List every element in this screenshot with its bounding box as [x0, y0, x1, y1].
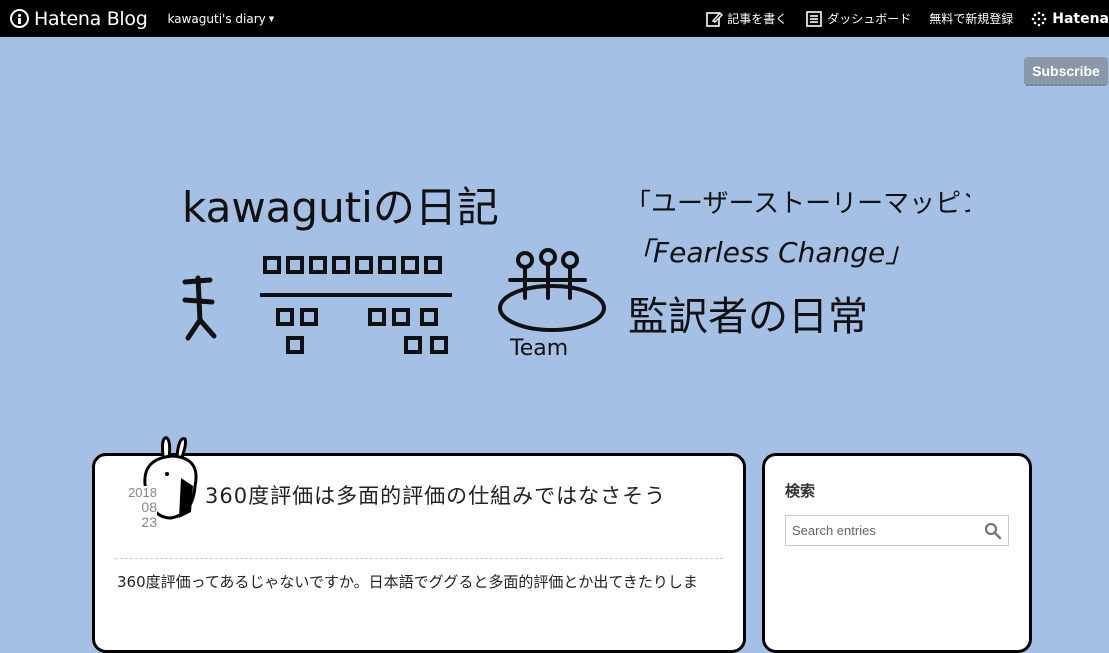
date-month: 08 [141, 499, 157, 515]
signup-label: 無料で新規登録 [929, 12, 1014, 26]
caret-down-icon: ▼ [268, 14, 275, 23]
entry-divider [115, 558, 723, 559]
pencil-icon [706, 11, 724, 27]
team-drawing [498, 248, 606, 332]
search-icon[interactable] [984, 522, 1002, 540]
search-module-title: 検索 [785, 482, 816, 500]
dashboard-link[interactable]: ダッシュボード [805, 10, 911, 28]
date-year: 2018 [128, 485, 157, 500]
entry-title[interactable]: 360度評価は多面的評価の仕組みではなさそう [205, 480, 666, 510]
banner-book-1: 「ユーザーストーリーマッピング」 [625, 189, 970, 219]
banner-blog-title: kawagutiの日記 [182, 183, 499, 232]
hatena-logo-icon [10, 9, 29, 28]
hatena-menu[interactable]: Hatena [1031, 11, 1109, 27]
entry-card: 2018 08 23 360度評価は多面的評価の仕組みではなさそう 360度評価… [92, 436, 746, 653]
write-entry-link[interactable]: 記事を書く [705, 10, 787, 28]
banner-team-label: Team [509, 336, 568, 360]
signup-link[interactable]: 無料で新規登録 [929, 10, 1013, 27]
diary-menu[interactable]: kawaguti's diary ▼ [168, 12, 275, 26]
search-input[interactable] [786, 523, 978, 538]
subscribe-button[interactable]: Subscribe [1024, 57, 1108, 86]
hatena-dots-icon [1031, 11, 1047, 26]
search-form [785, 515, 1009, 546]
org-chart-drawing [260, 256, 452, 354]
brand-name: Hatena Blog [34, 7, 148, 30]
hatena-label: Hatena [1052, 10, 1109, 27]
blog-header-banner[interactable]: kawagutiの日記 「ユーザーストーリーマッピング」 「Fearless C… [170, 160, 970, 360]
date-day: 23 [141, 514, 157, 530]
diary-name: kawaguti's diary [167, 11, 266, 26]
banner-role: 監訳者の日常 [628, 294, 868, 340]
dashboard-label: ダッシュボード [827, 12, 912, 26]
hatena-blog-logo[interactable]: Hatena Blog [10, 8, 148, 30]
stick-figure-drawing [182, 275, 217, 341]
search-module: 検索 [762, 453, 1032, 653]
banner-book-2: 「Fearless Change」 [625, 236, 913, 269]
dashboard-icon [806, 10, 823, 27]
global-header: Hatena Blog kawaguti's diary ▼ 記事を書く ダッシ… [0, 0, 1109, 37]
entry-body: 360度評価ってあるじゃないですか。日本語でググると多面的評価とか出てきたりしま [117, 573, 698, 591]
write-entry-label: 記事を書く [727, 12, 788, 26]
entry-date[interactable]: 2018 08 23 [115, 486, 157, 538]
